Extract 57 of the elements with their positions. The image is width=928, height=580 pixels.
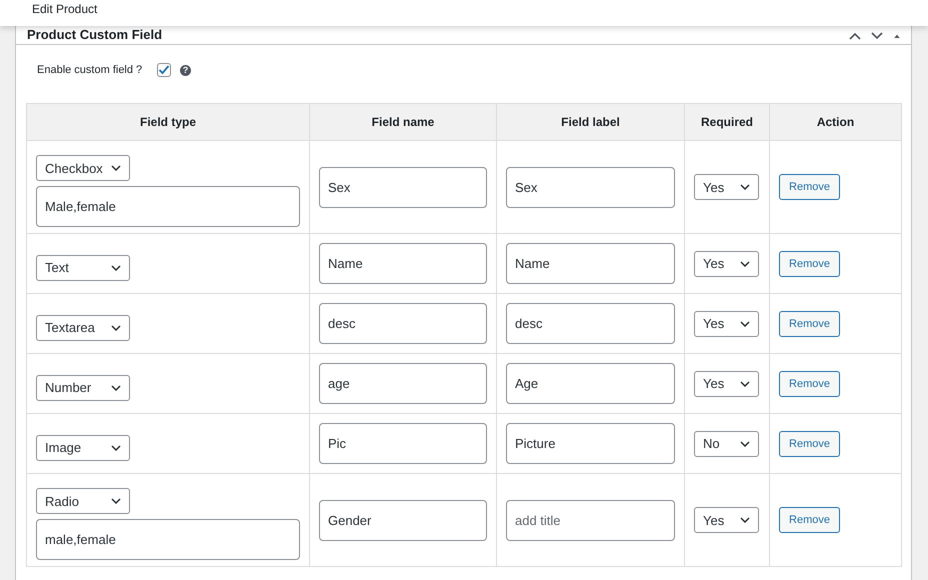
- remove-button[interactable]: Remove: [779, 430, 840, 456]
- required-select[interactable]: Yes: [694, 310, 759, 336]
- remove-button[interactable]: Remove: [779, 310, 840, 336]
- field-name-input[interactable]: Name: [319, 243, 487, 284]
- caret-icon: [111, 264, 121, 270]
- caret-icon: [740, 517, 750, 523]
- field-type-select[interactable]: Text: [36, 254, 130, 280]
- column-header: Action: [770, 104, 902, 140]
- field-label-input[interactable]: desc: [506, 303, 675, 344]
- remove-button[interactable]: Remove: [779, 174, 840, 200]
- field-label-input[interactable]: Picture: [506, 423, 675, 464]
- caret-icon: [740, 260, 750, 266]
- required-select[interactable]: Yes: [694, 174, 759, 200]
- panel-title: Product Custom Field: [27, 27, 162, 43]
- options-field[interactable]: male,female: [36, 519, 300, 560]
- required-select[interactable]: Yes: [694, 507, 759, 533]
- remove-button[interactable]: Remove: [779, 250, 840, 276]
- caret-icon: [740, 440, 750, 446]
- column-header: Field label: [496, 104, 684, 140]
- enable-checkbox[interactable]: [157, 63, 171, 77]
- field-name-input[interactable]: Gender: [319, 500, 487, 540]
- triangle-up-icon[interactable]: [893, 32, 901, 40]
- field-type-select[interactable]: Image: [36, 434, 130, 460]
- caret-icon: [111, 324, 121, 330]
- remove-button[interactable]: Remove: [779, 370, 840, 396]
- field-label-input[interactable]: Age: [506, 363, 675, 404]
- options-field[interactable]: Male,female: [36, 186, 300, 227]
- field-type-select[interactable]: Radio: [36, 488, 130, 514]
- caret-icon: [740, 380, 750, 386]
- field-name-input[interactable]: Sex: [319, 166, 487, 208]
- field-name-input[interactable]: desc: [319, 303, 487, 344]
- field-type-select[interactable]: Checkbox: [36, 155, 130, 181]
- field-label-input[interactable]: add title: [506, 500, 675, 540]
- required-select[interactable]: Yes: [694, 250, 759, 276]
- field-label-input[interactable]: Name: [506, 243, 675, 284]
- field-name-input[interactable]: Pic: [319, 423, 487, 464]
- remove-button[interactable]: Remove: [779, 507, 840, 533]
- caret-icon: [111, 498, 121, 504]
- caret-icon: [740, 184, 750, 190]
- required-select[interactable]: Yes: [694, 370, 759, 396]
- column-header: Field type: [26, 104, 310, 140]
- enable-label: Enable custom field ?: [37, 64, 144, 76]
- chevron-down-icon[interactable]: [871, 32, 883, 40]
- field-type-select[interactable]: Textarea: [36, 314, 130, 340]
- caret-icon: [740, 320, 750, 326]
- help-icon[interactable]: ?: [180, 64, 191, 76]
- chevron-up-icon[interactable]: [849, 32, 861, 40]
- caret-icon: [111, 384, 121, 390]
- field-type-select[interactable]: Number: [36, 374, 130, 400]
- column-header: Field name: [310, 104, 496, 140]
- required-select[interactable]: No: [694, 430, 759, 456]
- field-name-input[interactable]: age: [319, 363, 487, 404]
- caret-icon: [111, 444, 121, 450]
- column-header: Required: [684, 104, 770, 140]
- caret-icon: [111, 165, 121, 171]
- field-label-input[interactable]: Sex: [506, 166, 675, 208]
- page-title: Edit Product: [32, 2, 98, 16]
